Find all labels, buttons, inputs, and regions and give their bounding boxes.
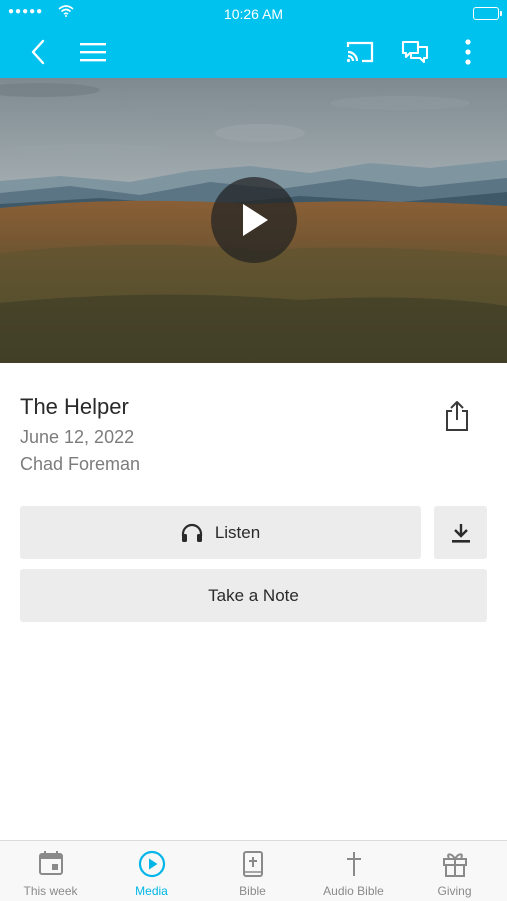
tab-label: Giving	[437, 884, 472, 898]
more-icon	[465, 39, 471, 65]
tab-this-week[interactable]: This week	[0, 841, 101, 901]
chat-button[interactable]	[399, 36, 431, 68]
tab-label: Bible	[239, 884, 266, 898]
video-thumbnail[interactable]	[0, 78, 507, 363]
listen-button[interactable]: Listen	[20, 506, 421, 559]
headphones-icon	[181, 523, 202, 542]
back-icon	[31, 39, 45, 65]
bible-icon	[242, 851, 263, 877]
play-icon	[243, 204, 268, 236]
app-header: ●●●●● 10:26 AM	[0, 0, 507, 78]
play-circle-icon	[138, 850, 165, 878]
tab-media[interactable]: Media	[101, 841, 202, 901]
take-note-label: Take a Note	[208, 585, 299, 605]
media-title: The Helper	[20, 394, 129, 419]
cast-button[interactable]	[344, 36, 376, 68]
status-time: 10:26 AM	[223, 6, 284, 22]
tab-label: This week	[23, 884, 78, 898]
listen-label: Listen	[214, 522, 261, 542]
media-date: June 12, 2022	[20, 427, 135, 447]
battery-icon	[473, 7, 502, 20]
chat-icon	[401, 40, 429, 64]
status-bar: ●●●●● 10:26 AM	[0, 0, 507, 28]
calendar-icon	[38, 851, 63, 875]
tab-label: Media	[135, 884, 168, 898]
tab-giving[interactable]: Giving	[404, 841, 505, 901]
download-button[interactable]	[434, 506, 487, 559]
more-button[interactable]	[452, 36, 484, 68]
cast-icon	[346, 41, 374, 63]
download-icon	[451, 523, 470, 543]
menu-button[interactable]	[77, 36, 109, 68]
share-button[interactable]	[440, 398, 474, 434]
tab-label: Audio Bible	[323, 884, 384, 898]
tab-bar: This week Media Bible Audio Bible Giving	[0, 840, 507, 901]
cross-icon	[346, 852, 361, 876]
share-icon	[446, 401, 468, 431]
back-button[interactable]	[22, 36, 54, 68]
menu-icon	[80, 43, 106, 62]
gift-icon	[442, 853, 467, 877]
tab-bible[interactable]: Bible	[202, 841, 303, 901]
media-speaker: Chad Foreman	[20, 454, 141, 474]
play-button[interactable]	[211, 177, 297, 263]
take-note-button[interactable]: Take a Note	[20, 569, 487, 622]
tab-audio-bible[interactable]: Audio Bible	[303, 841, 404, 901]
